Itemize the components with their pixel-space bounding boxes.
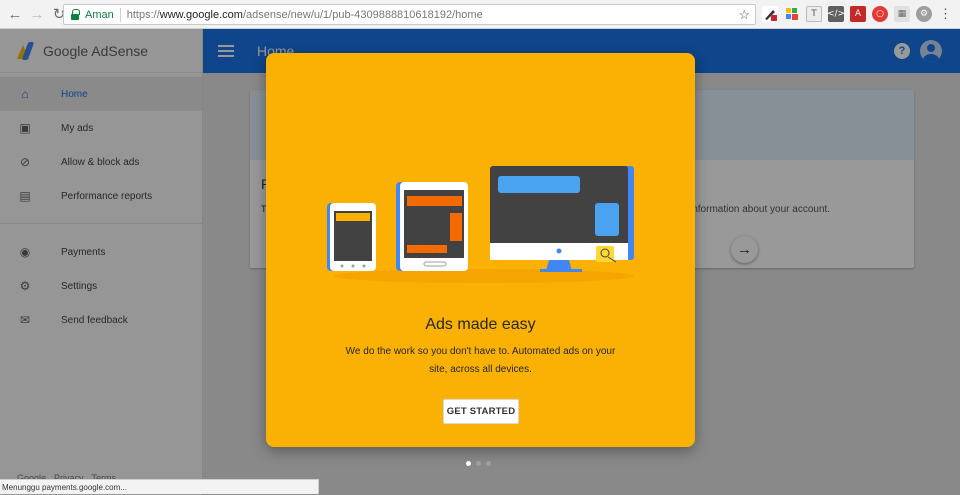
url-separator — [119, 7, 121, 22]
dialog-body: We do the work so you don't have to. Aut… — [345, 346, 616, 375]
secure-label: Aman — [85, 8, 114, 21]
lock-icon — [70, 9, 80, 20]
extension-text-icon[interactable]: T — [806, 6, 822, 22]
dialog-title: Ads made easy — [425, 316, 536, 333]
forward-icon[interactable]: → — [26, 3, 48, 25]
extension-pdf-icon[interactable]: A — [850, 6, 866, 22]
address-bar[interactable]: Aman https:// www.google.com /adsense/ne… — [63, 4, 756, 25]
carousel-dots — [466, 461, 491, 466]
onboarding-dialog: Ads made easy We do the work so you don'… — [266, 53, 695, 447]
browser-status-bar: Menunggu payments.google.com... — [0, 479, 319, 494]
bookmark-star-icon[interactable]: ☆ — [738, 7, 750, 23]
url-scheme: https:// — [126, 8, 160, 21]
extension-code-icon[interactable]: </> — [827, 6, 845, 22]
extension-icons: T </> A ○ ▦ ⚙ — [762, 6, 932, 22]
extension-pen-icon[interactable] — [762, 6, 778, 22]
url-path: /adsense/new/u/1/pub-4309888810618192/ho… — [242, 8, 483, 21]
extension-shield-icon[interactable]: ○ — [872, 6, 888, 22]
extension-page-icon[interactable]: ▦ — [894, 6, 910, 22]
carousel-dot-3[interactable] — [486, 461, 491, 466]
extension-grid-icon[interactable] — [784, 6, 800, 22]
carousel-dot-1[interactable] — [466, 461, 471, 466]
get-started-button[interactable]: GET STARTED — [443, 399, 519, 424]
browser-menu-icon[interactable]: ⋮ — [939, 6, 952, 22]
extension-gear-icon[interactable]: ⚙ — [916, 6, 932, 22]
browser-toolbar: ← → ↻ Aman https:// www.google.com /adse… — [0, 0, 960, 29]
devices-illustration — [327, 166, 634, 283]
carousel-dot-2[interactable] — [476, 461, 481, 466]
back-icon[interactable]: ← — [4, 3, 26, 25]
url-host: www.google.com — [159, 8, 243, 21]
